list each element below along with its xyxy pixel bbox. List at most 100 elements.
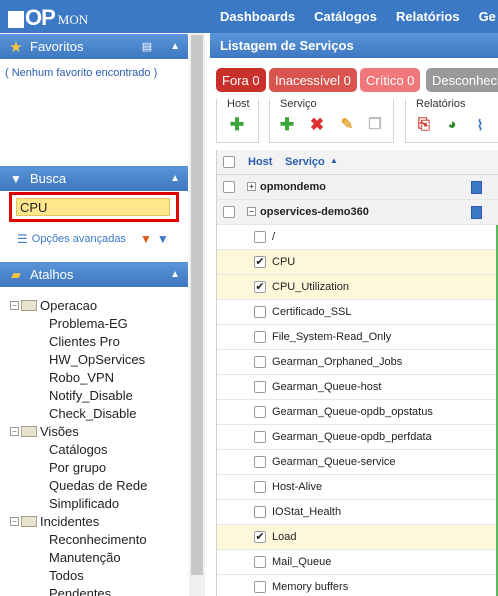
- table-row[interactable]: Gearman_Queue-opdb_opstatus: [217, 400, 498, 425]
- row-checkbox[interactable]: [223, 206, 235, 218]
- service-name[interactable]: Memory buffers: [272, 581, 348, 593]
- service-name[interactable]: /: [272, 231, 275, 243]
- table-row[interactable]: Gearman_Queue-service: [217, 450, 498, 475]
- search-input[interactable]: [16, 198, 170, 216]
- opmon-logo[interactable]: OP MON: [8, 6, 88, 29]
- line-chart-icon[interactable]: ⌇: [470, 115, 490, 135]
- host-group-row[interactable]: + opmondemo: [217, 175, 498, 200]
- pdf-report-icon[interactable]: ⎘: [414, 115, 434, 135]
- clear-filter-icon[interactable]: ▼: [140, 232, 152, 246]
- collapse-icon[interactable]: −: [247, 207, 256, 216]
- sidebar-scrollbar[interactable]: [189, 33, 205, 596]
- busca-header[interactable]: ▼ Busca ▲: [0, 166, 188, 191]
- row-checkbox[interactable]: ✔: [254, 531, 266, 543]
- service-name[interactable]: Gearman_Queue-opdb_perfdata: [272, 431, 432, 443]
- table-row[interactable]: IOStat_Health: [217, 500, 498, 525]
- service-name[interactable]: Load: [272, 531, 296, 543]
- row-checkbox[interactable]: ✔: [254, 256, 266, 268]
- advanced-options[interactable]: ☰ Opções avançadas ▼ ▼: [17, 232, 169, 246]
- table-row[interactable]: Gearman_Queue-host: [217, 375, 498, 400]
- host-name[interactable]: opmondemo: [260, 181, 326, 193]
- service-name[interactable]: CPU_Utilization: [272, 281, 349, 293]
- nav-catalogos[interactable]: Catálogos: [314, 9, 377, 24]
- table-row[interactable]: Certificado_SSL: [217, 300, 498, 325]
- row-checkbox[interactable]: [254, 331, 266, 343]
- tree-toggle-icon[interactable]: −: [10, 300, 19, 310]
- host-details-icon[interactable]: [471, 181, 482, 194]
- row-checkbox[interactable]: [254, 556, 266, 568]
- tree-item[interactable]: Quedas de Rede: [49, 476, 147, 494]
- service-name[interactable]: Host-Alive: [272, 481, 322, 493]
- pie-chart-icon[interactable]: ◕: [442, 115, 462, 135]
- row-checkbox[interactable]: [254, 581, 266, 593]
- row-checkbox[interactable]: [254, 231, 266, 243]
- delete-service-icon[interactable]: ✖: [307, 115, 327, 135]
- collapse-atalhos-icon[interactable]: ▲: [170, 269, 180, 280]
- favoritos-header[interactable]: ★ Favoritos ▤ ▲: [0, 34, 188, 59]
- row-checkbox[interactable]: [254, 381, 266, 393]
- host-details-icon[interactable]: [471, 206, 482, 219]
- table-row[interactable]: Gearman_Orphaned_Jobs: [217, 350, 498, 375]
- tree-item[interactable]: Problema-EG: [49, 314, 128, 332]
- tree-item[interactable]: Manutenção: [49, 548, 121, 566]
- tree-toggle-icon[interactable]: −: [10, 516, 19, 526]
- collapse-favoritos-icon[interactable]: ▲: [170, 41, 180, 52]
- atalhos-header[interactable]: ▰ Atalhos ▲: [0, 262, 188, 287]
- row-checkbox[interactable]: ✔: [254, 281, 266, 293]
- host-name[interactable]: opservices-demo360: [260, 206, 369, 218]
- edit-service-icon[interactable]: ✎: [337, 115, 357, 135]
- tree-item[interactable]: Clientes Pro: [49, 332, 120, 350]
- tree-item[interactable]: Todos: [49, 566, 84, 584]
- tree-folder-operacao[interactable]: − Operacao: [10, 296, 97, 314]
- filter-funnel-icon[interactable]: ▼: [157, 232, 169, 246]
- tree-folder-incidentes[interactable]: − Incidentes: [10, 512, 99, 530]
- table-row[interactable]: ✔ Load: [217, 525, 498, 550]
- row-checkbox[interactable]: [254, 456, 266, 468]
- service-name[interactable]: Gearman_Queue-service: [272, 456, 396, 468]
- row-checkbox[interactable]: [254, 306, 266, 318]
- row-checkbox[interactable]: [223, 181, 235, 193]
- row-checkbox[interactable]: [254, 506, 266, 518]
- host-group-row[interactable]: − opservices-demo360: [217, 200, 498, 225]
- tree-item[interactable]: Notify_Disable: [49, 386, 133, 404]
- service-name[interactable]: File_System-Read_Only: [272, 331, 391, 343]
- service-name[interactable]: CPU: [272, 256, 295, 268]
- badge-fora[interactable]: Fora 0: [216, 68, 266, 92]
- list-icon[interactable]: ▤: [142, 40, 152, 53]
- badge-critico[interactable]: Crítico 0: [360, 68, 421, 92]
- table-row[interactable]: Host-Alive: [217, 475, 498, 500]
- service-name[interactable]: IOStat_Health: [272, 506, 341, 518]
- tree-item[interactable]: Catálogos: [49, 440, 108, 458]
- service-name[interactable]: Gearman_Queue-opdb_opstatus: [272, 406, 433, 418]
- badge-inacessivel[interactable]: Inacessível 0: [269, 68, 357, 92]
- tree-item[interactable]: Robo_VPN: [49, 368, 114, 386]
- tree-item[interactable]: Pendentes: [49, 584, 111, 596]
- row-checkbox[interactable]: [254, 406, 266, 418]
- service-name[interactable]: Gearman_Orphaned_Jobs: [272, 356, 402, 368]
- expand-icon[interactable]: +: [247, 182, 256, 191]
- row-checkbox[interactable]: [254, 356, 266, 368]
- nav-ge[interactable]: Ge: [479, 9, 496, 24]
- service-name[interactable]: Mail_Queue: [272, 556, 331, 568]
- scrollbar-thumb[interactable]: [191, 35, 203, 575]
- tree-toggle-icon[interactable]: −: [10, 426, 19, 436]
- service-name[interactable]: Certificado_SSL: [272, 306, 352, 318]
- sort-asc-icon[interactable]: ▲: [330, 156, 338, 165]
- tree-folder-visoes[interactable]: − Visões: [10, 422, 79, 440]
- table-row[interactable]: Mail_Queue: [217, 550, 498, 575]
- row-checkbox[interactable]: [254, 481, 266, 493]
- table-row[interactable]: Memory buffers: [217, 575, 498, 596]
- table-row[interactable]: ✔ CPU: [217, 250, 498, 275]
- nav-relatorios[interactable]: Relatórios: [396, 9, 460, 24]
- table-row[interactable]: File_System-Read_Only: [217, 325, 498, 350]
- tree-item[interactable]: Reconhecimento: [49, 530, 147, 548]
- badge-desconhecido[interactable]: Desconheci: [426, 68, 498, 92]
- select-all-checkbox[interactable]: [223, 156, 235, 168]
- service-name[interactable]: Gearman_Queue-host: [272, 381, 381, 393]
- row-checkbox[interactable]: [254, 431, 266, 443]
- tree-item[interactable]: Por grupo: [49, 458, 106, 476]
- table-row[interactable]: ✔ CPU_Utilization: [217, 275, 498, 300]
- add-service-icon[interactable]: ✚: [277, 115, 297, 135]
- collapse-busca-icon[interactable]: ▲: [170, 173, 180, 184]
- add-host-icon[interactable]: ✚: [227, 115, 247, 135]
